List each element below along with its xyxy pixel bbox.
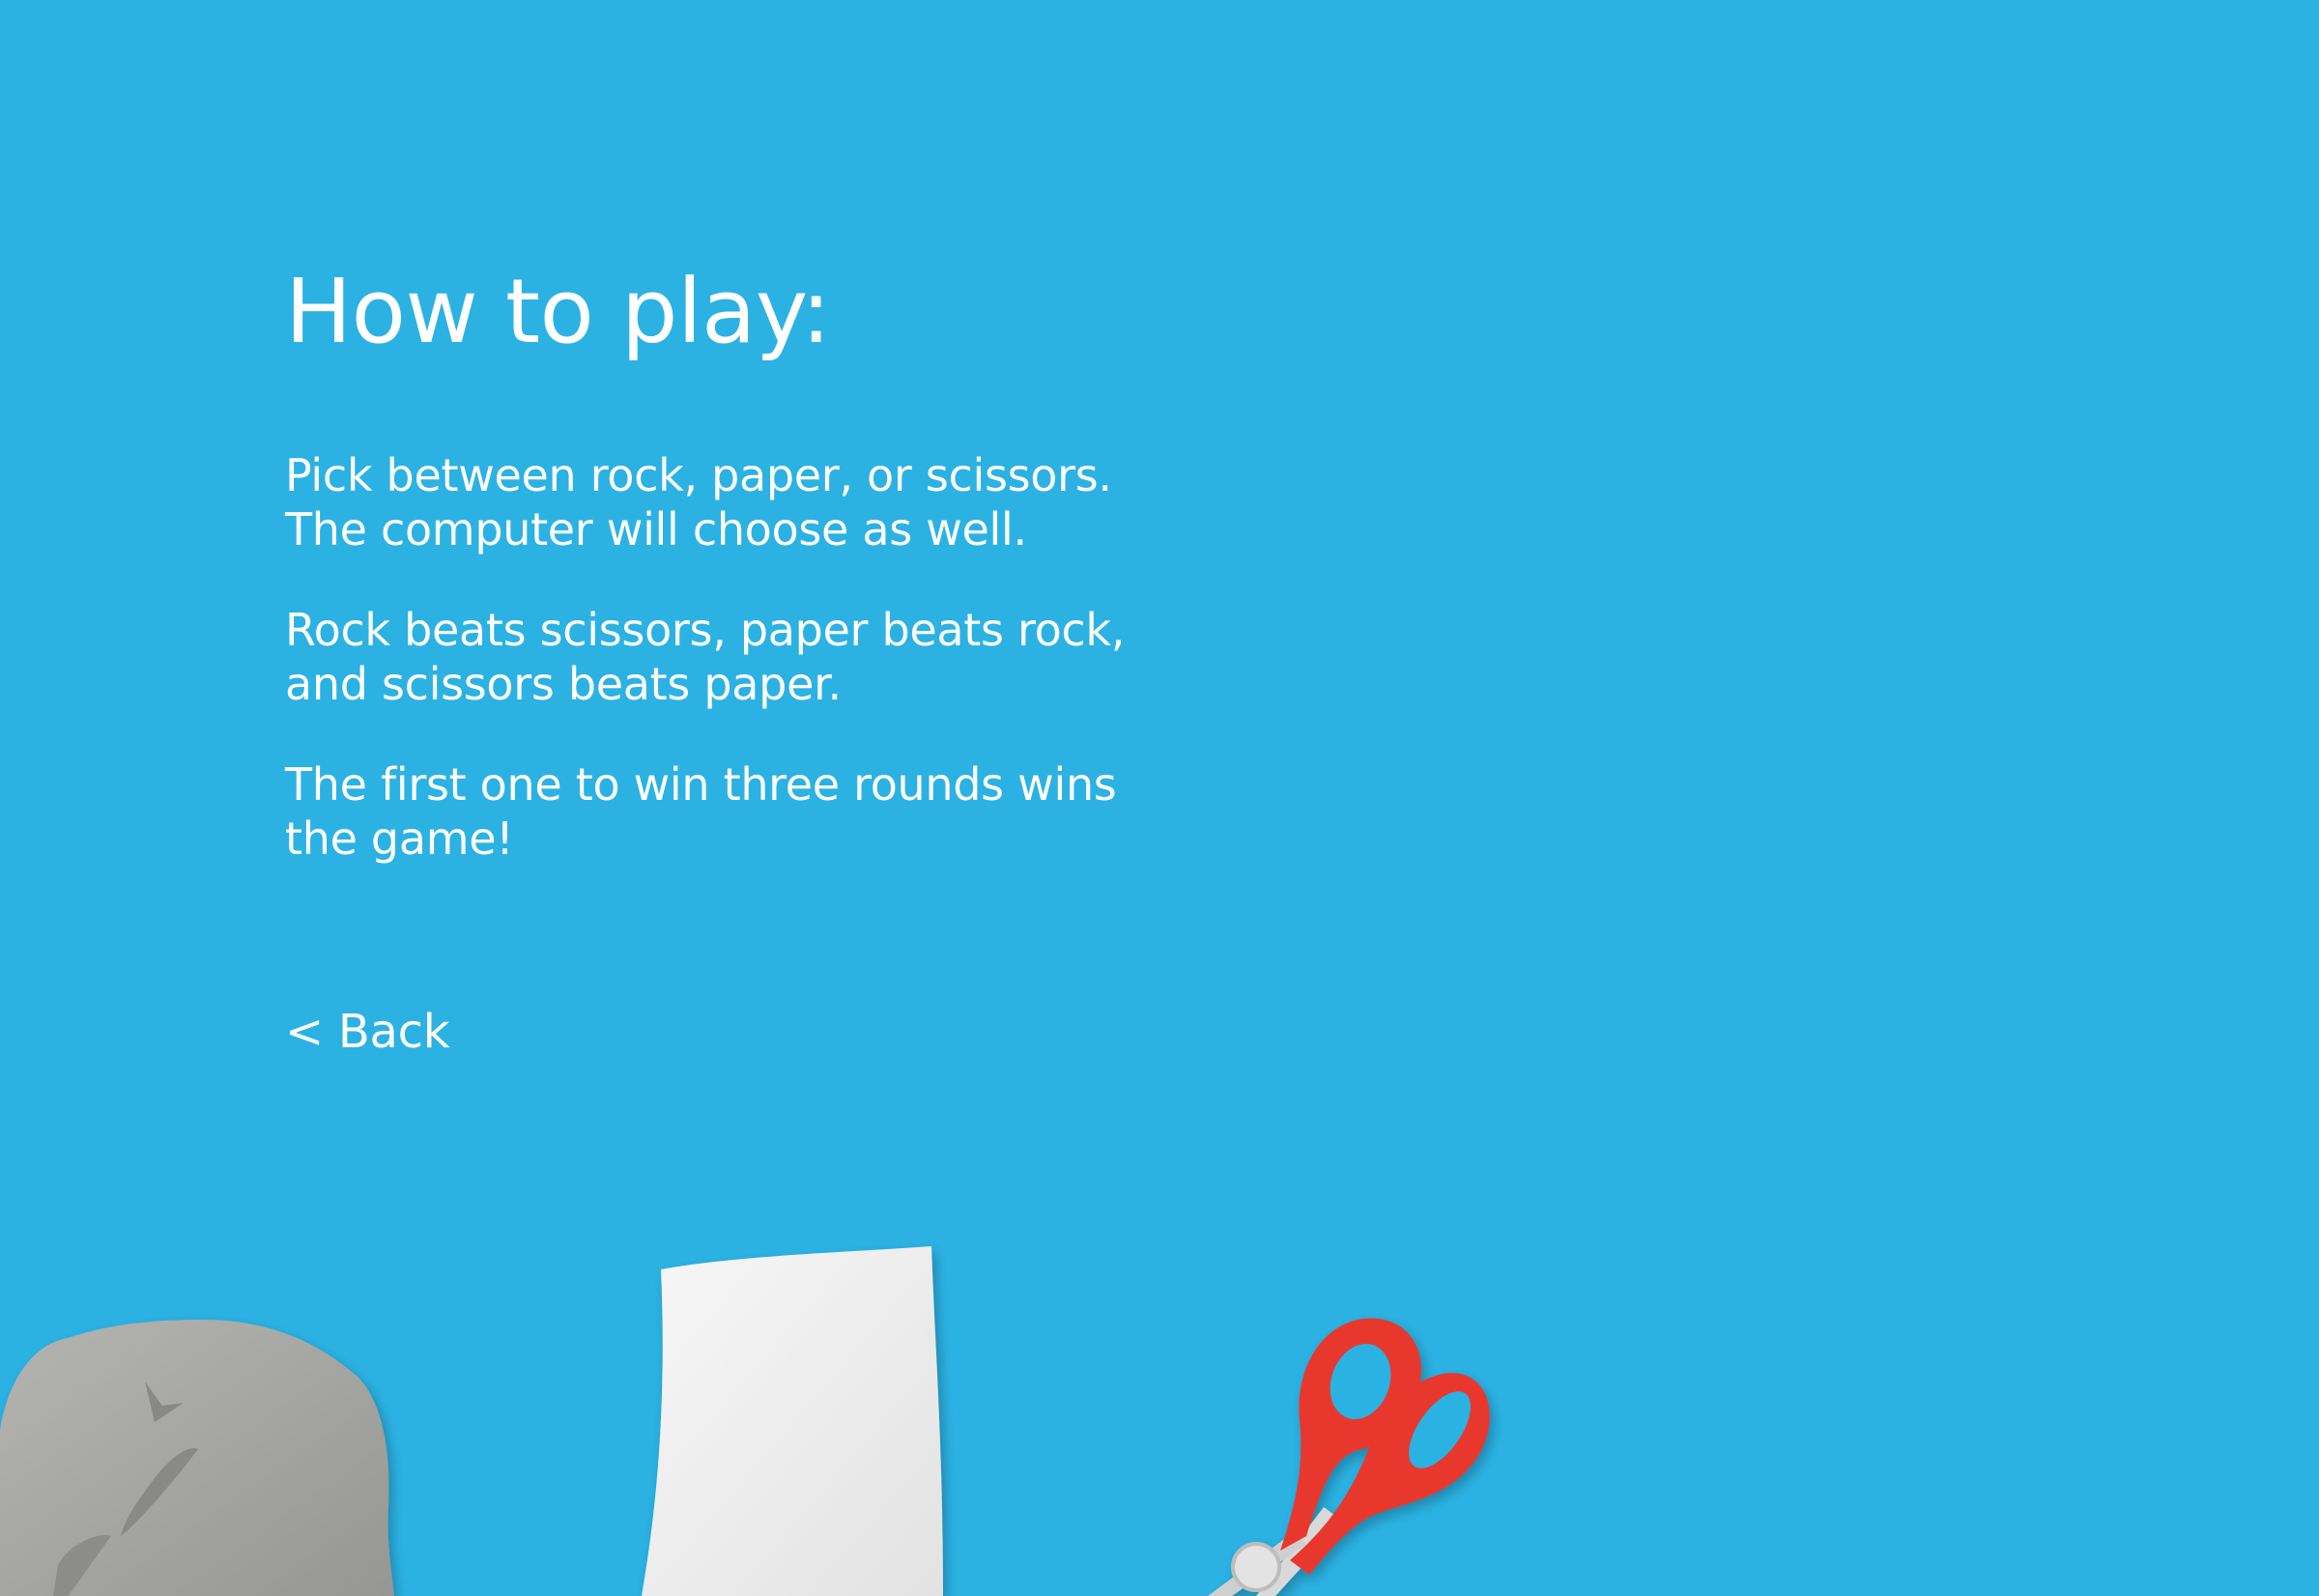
instructions-panel: How to play: Pick between rock, paper, o… (285, 261, 1193, 912)
page-title: How to play: (285, 260, 831, 363)
rules-paragraph-win: The first one to win three rounds wins t… (285, 757, 1117, 865)
rock-icon (0, 1320, 394, 1596)
back-button[interactable]: < Back (285, 1003, 450, 1061)
rules-paragraph-beats: Rock beats scissors, paper beats rock, a… (285, 603, 1126, 710)
paper-icon (642, 1246, 943, 1596)
rules-paragraph-pick: Pick between rock, paper, or scissors. T… (285, 448, 1112, 556)
scissors-icon (1208, 1318, 1490, 1596)
